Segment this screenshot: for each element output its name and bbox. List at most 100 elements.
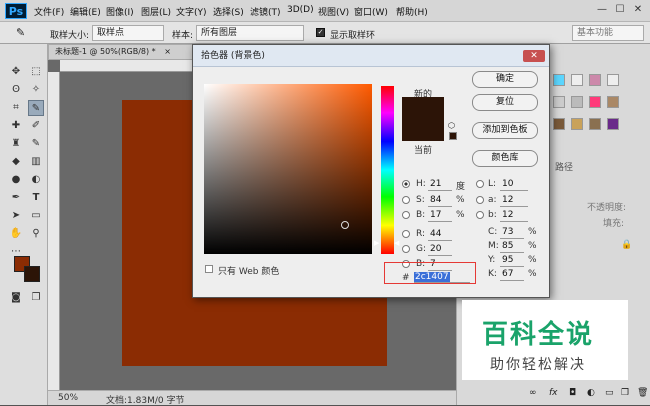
color-libraries-button[interactable]: 颜色库 — [472, 150, 538, 167]
current-color-preview[interactable] — [402, 119, 444, 141]
zoom-level[interactable]: 50% — [58, 393, 78, 403]
menu-help[interactable]: 帮助(H) — [396, 5, 428, 18]
saturation-radio[interactable] — [402, 196, 410, 204]
menu-layer[interactable]: 图层(L) — [141, 5, 171, 18]
menu-filter[interactable]: 滤镜(T) — [250, 5, 281, 18]
dodge-tool-icon[interactable]: ◐ — [28, 172, 44, 188]
menu-image[interactable]: 图像(I) — [106, 5, 134, 18]
pen-tool-icon[interactable]: ✒ — [8, 190, 24, 206]
blur-tool-icon[interactable]: ● — [8, 172, 24, 188]
folder-icon[interactable]: ▭ — [605, 388, 614, 398]
history-brush-tool-icon[interactable]: ✎ — [28, 136, 44, 152]
adjustment-icon[interactable]: ◐ — [587, 388, 595, 398]
hue-slider[interactable] — [381, 86, 394, 254]
style-swatch[interactable] — [607, 96, 619, 108]
fx-icon[interactable]: fx — [549, 388, 558, 398]
ok-button[interactable]: 确定 — [472, 71, 538, 88]
magic-wand-tool-icon[interactable]: ✧ — [28, 82, 44, 98]
reset-button[interactable]: 复位 — [472, 94, 538, 111]
type-tool-icon[interactable]: T — [28, 190, 44, 206]
style-swatch[interactable] — [607, 118, 619, 130]
hue-input[interactable]: 21 — [428, 178, 452, 191]
brightness-radio[interactable] — [402, 211, 410, 219]
menu-edit[interactable]: 编辑(E) — [70, 5, 101, 18]
stamp-tool-icon[interactable]: ♜ — [8, 136, 24, 152]
crop-tool-icon[interactable]: ⌗ — [8, 100, 24, 116]
marquee-tool-icon[interactable]: ⬚ — [28, 64, 44, 80]
style-swatch[interactable] — [589, 96, 601, 108]
hue-slider-arrow-left[interactable]: ▶ — [374, 239, 379, 247]
zoom-tool-icon[interactable]: ⚲ — [28, 226, 44, 242]
brush-tool-icon[interactable]: ✐ — [28, 118, 44, 134]
a-channel-radio[interactable] — [476, 196, 484, 204]
move-tool-icon[interactable]: ✥ — [8, 64, 24, 80]
brightness-input[interactable]: 17 — [428, 209, 452, 222]
dialog-close-button[interactable]: ✕ — [523, 50, 545, 62]
quick-mask-icon[interactable]: ◙ — [8, 290, 24, 306]
style-swatch[interactable] — [571, 96, 583, 108]
eyedropper-icon[interactable]: ✎ — [16, 26, 25, 39]
gradient-tool-icon[interactable]: ▥ — [28, 154, 44, 170]
menu-view[interactable]: 视图(V) — [318, 5, 349, 18]
style-swatch[interactable] — [571, 118, 583, 130]
red-radio[interactable] — [402, 230, 410, 238]
screen-mode-icon[interactable]: ❐ — [28, 290, 44, 306]
rectangle-tool-icon[interactable]: ▭ — [28, 208, 44, 224]
path-select-tool-icon[interactable]: ➤ — [8, 208, 24, 224]
style-swatch[interactable] — [571, 74, 583, 86]
cube-warning-icon[interactable]: ⬡ — [448, 121, 455, 130]
style-swatch[interactable] — [589, 118, 601, 130]
red-input[interactable]: 44 — [428, 228, 452, 241]
add-to-swatches-button[interactable]: 添加到色板 — [472, 122, 538, 139]
style-swatch[interactable] — [553, 74, 565, 86]
lightness-radio[interactable] — [476, 180, 484, 188]
background-color-swatch[interactable] — [24, 266, 40, 282]
b-channel-radio[interactable] — [476, 211, 484, 219]
magenta-input[interactable]: 85 — [500, 240, 524, 253]
mask-icon[interactable]: ◘ — [569, 388, 576, 398]
menu-3d[interactable]: 3D(D) — [287, 5, 314, 15]
style-swatch[interactable] — [553, 118, 565, 130]
black-input[interactable]: 67 — [500, 268, 524, 281]
green-radio[interactable] — [402, 245, 410, 253]
style-swatch[interactable] — [607, 74, 619, 86]
cyan-input[interactable]: 73 — [500, 226, 524, 239]
maximize-button[interactable]: ☐ — [614, 4, 626, 16]
show-ring-checkbox[interactable]: ✓ — [316, 28, 325, 37]
lightness-input[interactable]: 10 — [500, 178, 528, 191]
menu-type[interactable]: 文字(Y) — [176, 5, 207, 18]
hex-input[interactable]: 2c1407 — [414, 271, 470, 283]
hue-slider-arrow-right[interactable]: ◀ — [394, 239, 399, 247]
lasso-tool-icon[interactable]: ʘ — [8, 82, 24, 98]
menu-file[interactable]: 文件(F) — [34, 5, 64, 18]
web-safe-color-chip[interactable] — [449, 132, 457, 140]
close-doc-icon[interactable]: × — [164, 47, 171, 56]
eyedropper-tool-icon[interactable]: ✎ — [28, 100, 44, 116]
eraser-tool-icon[interactable]: ◆ — [8, 154, 24, 170]
green-input[interactable]: 20 — [428, 243, 452, 256]
style-swatch[interactable] — [553, 96, 565, 108]
hue-radio[interactable] — [402, 180, 410, 188]
workspace-select[interactable]: 基本功能 — [572, 25, 644, 41]
healing-tool-icon[interactable]: ✚ — [8, 118, 24, 134]
yellow-input[interactable]: 95 — [500, 254, 524, 267]
saturation-input[interactable]: 84 — [428, 194, 452, 207]
color-field-cursor[interactable] — [341, 221, 349, 229]
hand-tool-icon[interactable]: ✋ — [8, 226, 24, 242]
style-swatch[interactable] — [589, 74, 601, 86]
sample-size-select[interactable]: 取样点 — [92, 25, 164, 41]
trash-icon[interactable]: 🗑 — [637, 388, 648, 398]
panel-tab-paths[interactable]: 路径 — [555, 160, 573, 173]
current-color-label: 当前 — [414, 146, 433, 156]
link-layers-icon[interactable]: ∞ — [529, 388, 537, 398]
a-channel-input[interactable]: 12 — [500, 194, 528, 207]
menu-select[interactable]: 选择(S) — [213, 5, 244, 18]
close-window-button[interactable]: ✕ — [632, 4, 644, 16]
menu-window[interactable]: 窗口(W) — [354, 5, 388, 18]
b-channel-input[interactable]: 12 — [500, 209, 528, 222]
sample-select[interactable]: 所有图层 — [196, 25, 304, 41]
new-layer-icon[interactable]: ❐ — [621, 388, 629, 398]
minimize-button[interactable]: — — [596, 4, 608, 16]
web-only-checkbox[interactable] — [205, 265, 213, 273]
document-tab[interactable]: 未标题-1 @ 50%(RGB/8) * × — [48, 44, 198, 60]
